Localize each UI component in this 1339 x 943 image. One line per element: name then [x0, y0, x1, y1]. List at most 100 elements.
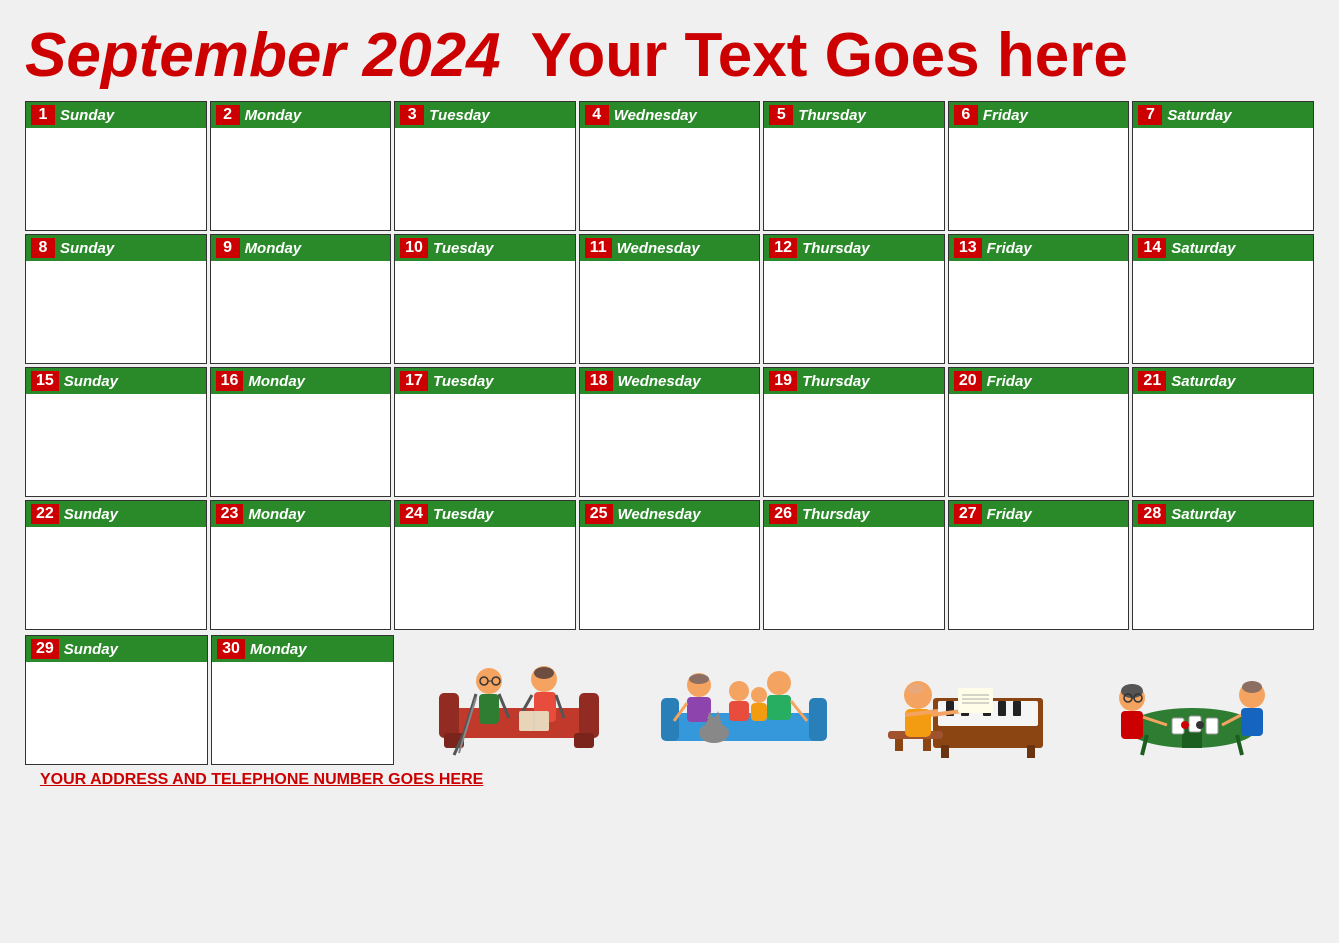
day-cell-30: 30 Monday — [211, 635, 394, 765]
day-number-22: 22 — [31, 504, 59, 524]
bottom-section: 29 Sunday 30 Monday — [10, 635, 1329, 765]
day-header-11: 11 Wednesday — [580, 235, 760, 261]
day-name-18: Wednesday — [618, 373, 701, 390]
day-header-16: 16Monday — [211, 368, 391, 394]
day-cell-19: 19Thursday — [763, 367, 945, 497]
day-name-28: Saturday — [1171, 506, 1235, 523]
illustration-2 — [659, 643, 829, 758]
day-number-19: 19 — [769, 371, 797, 391]
day-name-4: Wednesday — [614, 107, 697, 124]
day-name-24: Tuesday — [433, 506, 494, 523]
day-header-19: 19Thursday — [764, 368, 944, 394]
day-number-3: 3 — [400, 105, 424, 125]
day-header-10: 10Tuesday — [395, 235, 575, 261]
illustration-1 — [434, 643, 604, 758]
day-body-8 — [26, 261, 206, 363]
day-cell-20: 20 Friday — [948, 367, 1130, 497]
illustrations-section — [397, 635, 1314, 765]
day-body-30 — [212, 662, 393, 764]
day-header-5: 5Thursday — [764, 102, 944, 128]
day-number-12: 12 — [769, 238, 797, 258]
day-header-26: 26Thursday — [764, 501, 944, 527]
day-name-17: Tuesday — [433, 373, 494, 390]
day-header-30: 30 Monday — [212, 636, 393, 662]
day-header-4: 4 Wednesday — [580, 102, 760, 128]
day-body-5 — [764, 128, 944, 230]
day-name-22: Sunday — [64, 506, 118, 523]
footer-address: YOUR ADDRESS AND TELEPHONE NUMBER GOES H… — [25, 766, 498, 793]
day-cell-26: 26Thursday — [763, 500, 945, 630]
day-body-12 — [764, 261, 944, 363]
day-name-11: Wednesday — [617, 240, 700, 257]
day-name-16: Monday — [248, 373, 305, 390]
day-body-25 — [580, 527, 760, 629]
day-name-20: Friday — [987, 373, 1032, 390]
day-name-7: Saturday — [1167, 107, 1231, 124]
day-cell-23: 23Monday — [210, 500, 392, 630]
day-name-14: Saturday — [1171, 240, 1235, 257]
day-header-22: 22 Sunday — [26, 501, 206, 527]
day-number-18: 18 — [585, 371, 613, 391]
day-name-6: Friday — [983, 107, 1028, 124]
day-body-11 — [580, 261, 760, 363]
day-header-21: 21Saturday — [1133, 368, 1313, 394]
day-number-14: 14 — [1138, 238, 1166, 258]
day-body-20 — [949, 394, 1129, 496]
day-number-6: 6 — [954, 105, 978, 125]
day-header-13: 13 Friday — [949, 235, 1129, 261]
day-body-21 — [1133, 394, 1313, 496]
day-number-24: 24 — [400, 504, 428, 524]
day-body-15 — [26, 394, 206, 496]
day-header-7: 7 Saturday — [1133, 102, 1313, 128]
day-name-12: Thursday — [802, 240, 870, 257]
day-header-14: 14 Saturday — [1133, 235, 1313, 261]
day-name-9: Monday — [245, 240, 302, 257]
day-number-28: 28 — [1138, 504, 1166, 524]
footer-section: YOUR ADDRESS AND TELEPHONE NUMBER GOES H… — [10, 765, 1329, 794]
day-cell-5: 5Thursday — [763, 101, 945, 231]
day-number-13: 13 — [954, 238, 982, 258]
day-number-7: 7 — [1138, 105, 1162, 125]
calendar-grid: 1Sunday2Monday3Tuesday4Wednesday5Thursda… — [10, 96, 1329, 635]
day-header-12: 12 Thursday — [764, 235, 944, 261]
day-name-23: Monday — [248, 506, 305, 523]
day-cell-3: 3Tuesday — [394, 101, 576, 231]
day-body-13 — [949, 261, 1129, 363]
illustration-3 — [883, 643, 1053, 758]
day-cell-16: 16Monday — [210, 367, 392, 497]
day-body-19 — [764, 394, 944, 496]
day-body-3 — [395, 128, 575, 230]
day-name-1: Sunday — [60, 107, 114, 124]
day-number-11: 11 — [585, 238, 612, 258]
day-cell-25: 25 Wednesday — [579, 500, 761, 630]
day-header-15: 15Sunday — [26, 368, 206, 394]
day-body-1 — [26, 128, 206, 230]
month-year-title: September 2024 — [25, 20, 501, 91]
calendar-header: September 2024 Your Text Goes here — [10, 10, 1329, 96]
day-cell-29: 29 Sunday — [25, 635, 208, 765]
day-number-20: 20 — [954, 371, 982, 391]
day-number-29: 29 — [31, 639, 59, 659]
day-cell-10: 10Tuesday — [394, 234, 576, 364]
day-cell-9: 9Monday — [210, 234, 392, 364]
day-name-13: Friday — [987, 240, 1032, 257]
day-cell-28: 28 Saturday — [1132, 500, 1314, 630]
day-header-25: 25 Wednesday — [580, 501, 760, 527]
day-name-15: Sunday — [64, 373, 118, 390]
day-body-14 — [1133, 261, 1313, 363]
day-number-17: 17 — [400, 371, 428, 391]
illustration-4 — [1107, 643, 1277, 758]
day-number-26: 26 — [769, 504, 797, 524]
day-header-24: 24 Tuesday — [395, 501, 575, 527]
day-body-4 — [580, 128, 760, 230]
day-name-27: Friday — [987, 506, 1032, 523]
day-number-4: 4 — [585, 105, 609, 125]
day-body-28 — [1133, 527, 1313, 629]
day-name-8: Sunday — [60, 240, 114, 257]
day-number-16: 16 — [216, 371, 244, 391]
day-header-8: 8Sunday — [26, 235, 206, 261]
day-cell-18: 18 Wednesday — [579, 367, 761, 497]
day-number-25: 25 — [585, 504, 613, 524]
day-cell-11: 11 Wednesday — [579, 234, 761, 364]
day-name-25: Wednesday — [618, 506, 701, 523]
